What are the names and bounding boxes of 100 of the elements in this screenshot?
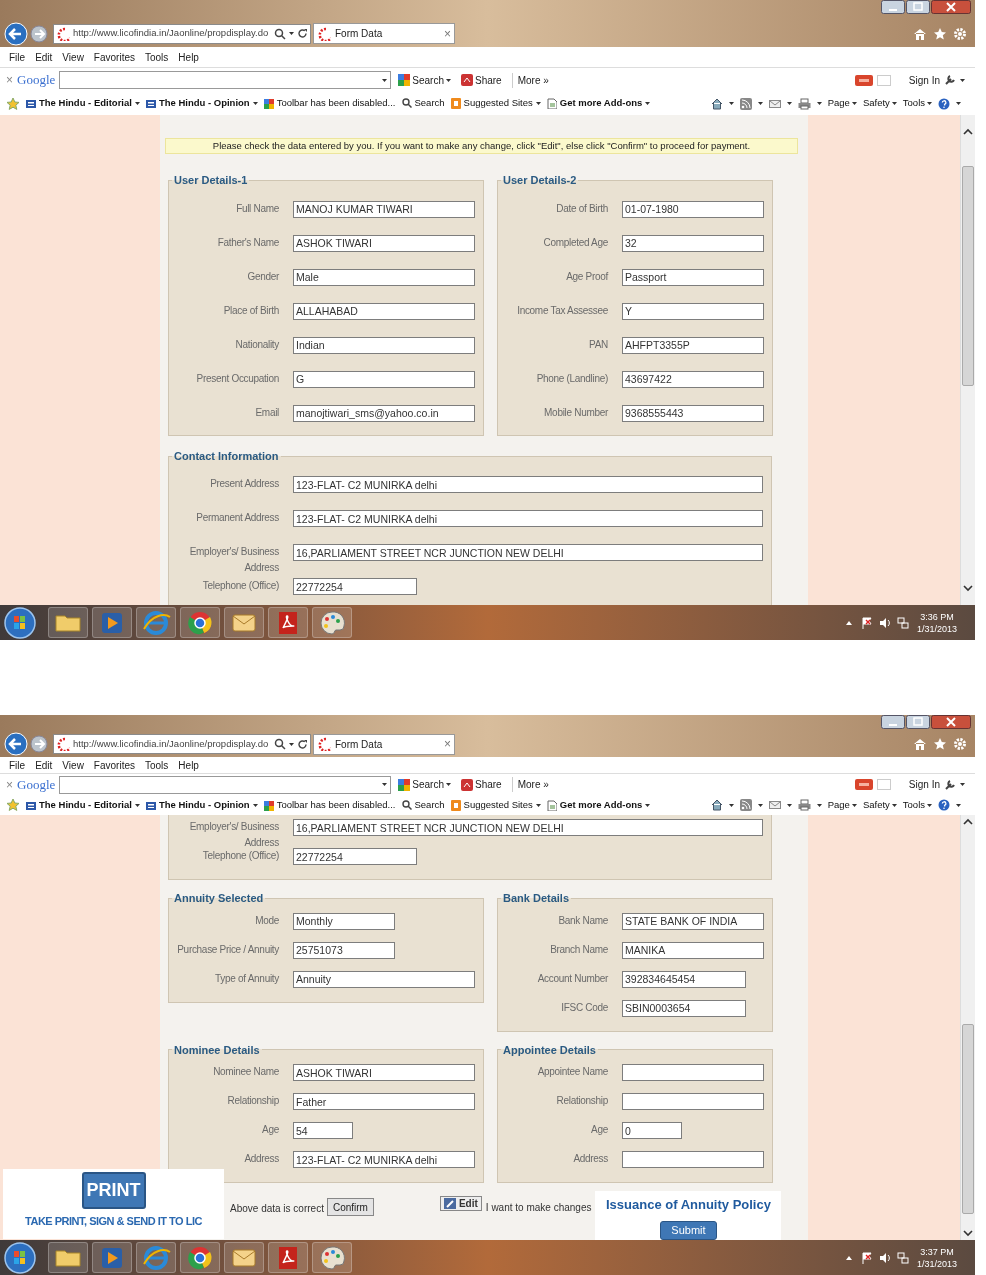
bookmark-link[interactable]: Get more Add-ons bbox=[546, 797, 651, 813]
refresh-icon[interactable] bbox=[297, 738, 308, 750]
caret-icon[interactable] bbox=[786, 802, 792, 808]
text-field[interactable]: 123-FLAT- C2 MUNIRKA delhi bbox=[293, 476, 763, 494]
menu-item[interactable]: View bbox=[57, 757, 89, 773]
close-toolbar-button[interactable]: × bbox=[6, 775, 13, 794]
caret-icon[interactable] bbox=[956, 802, 961, 808]
browser-tab[interactable]: Form Data × bbox=[313, 733, 455, 755]
sign-in-link[interactable]: Sign In bbox=[908, 777, 940, 792]
search-field[interactable] bbox=[59, 775, 392, 794]
clock-time[interactable]: 3:37 PM bbox=[920, 1245, 954, 1258]
menu-item[interactable]: Edit bbox=[30, 757, 58, 773]
home-icon[interactable] bbox=[710, 97, 723, 110]
start-icon[interactable] bbox=[4, 606, 36, 639]
text-field[interactable] bbox=[622, 1151, 764, 1168]
speaker-icon[interactable] bbox=[878, 1251, 891, 1264]
command-menu[interactable]: Tools bbox=[902, 96, 932, 111]
sign-in-link[interactable]: Sign In bbox=[908, 72, 940, 88]
bookmark-link[interactable]: Toolbar has been disabled... bbox=[263, 797, 396, 813]
text-field[interactable]: Monthly bbox=[293, 912, 395, 930]
menu-item[interactable]: Help bbox=[173, 757, 204, 773]
submit-button[interactable]: Submit bbox=[660, 1220, 717, 1240]
tab-close-button[interactable]: × bbox=[444, 27, 451, 40]
bookmark-link[interactable]: Get more Add-ons bbox=[546, 96, 651, 111]
start-icon[interactable] bbox=[4, 1241, 36, 1274]
bookmark-link[interactable]: The Hindu - Opinion bbox=[145, 797, 258, 813]
menu-item[interactable]: Favorites bbox=[88, 757, 140, 773]
text-field[interactable]: 54 bbox=[293, 1122, 353, 1139]
search-button[interactable]: Search bbox=[398, 72, 451, 88]
share-button[interactable]: Share bbox=[461, 777, 502, 792]
text-field[interactable]: MANOJ KUMAR TIWARI bbox=[293, 200, 475, 218]
bookmark-link[interactable]: Search bbox=[401, 96, 445, 111]
menu-item[interactable]: Tools bbox=[140, 49, 174, 65]
menu-item[interactable]: Favorites bbox=[88, 49, 140, 65]
taskbar-button[interactable] bbox=[224, 1242, 264, 1273]
print-button[interactable]: PRINT bbox=[81, 1172, 146, 1209]
home-icon[interactable] bbox=[913, 26, 927, 41]
taskbar-button[interactable] bbox=[180, 607, 220, 638]
back-icon[interactable] bbox=[4, 732, 28, 756]
browser-tab[interactable]: Form Data × bbox=[313, 23, 455, 44]
taskbar-button[interactable] bbox=[136, 607, 176, 638]
text-field[interactable]: manojtiwari_sms@yahoo.co.in bbox=[293, 404, 475, 422]
caret-icon[interactable] bbox=[289, 741, 294, 747]
taskbar-button[interactable] bbox=[48, 607, 88, 638]
text-field[interactable]: STATE BANK OF INDIA bbox=[622, 912, 764, 930]
text-field[interactable]: ASHOK TIWARI bbox=[293, 1064, 475, 1081]
close-toolbar-button[interactable]: × bbox=[6, 71, 13, 89]
feed-icon[interactable] bbox=[739, 799, 752, 811]
menu-item[interactable]: Tools bbox=[140, 757, 174, 773]
menu-item[interactable]: Edit bbox=[30, 49, 58, 65]
flag-icon[interactable] bbox=[860, 616, 873, 629]
text-field[interactable] bbox=[622, 1064, 764, 1081]
search-field[interactable] bbox=[59, 71, 392, 89]
back-icon[interactable] bbox=[4, 21, 28, 46]
home-icon[interactable] bbox=[710, 799, 723, 811]
taskbar-button[interactable] bbox=[92, 1242, 132, 1273]
confirm-button[interactable]: Confirm bbox=[326, 1198, 374, 1216]
taskbar-button[interactable] bbox=[268, 1242, 308, 1273]
edit-button[interactable]: Edit bbox=[439, 1196, 482, 1211]
settings-icon[interactable] bbox=[953, 26, 967, 41]
caret-icon[interactable] bbox=[816, 101, 822, 106]
wrench-icon[interactable] bbox=[944, 778, 956, 791]
more-link[interactable]: More » bbox=[511, 777, 549, 792]
text-field[interactable]: Father bbox=[293, 1093, 475, 1110]
caret-icon[interactable] bbox=[757, 101, 763, 106]
print-icon[interactable] bbox=[797, 799, 811, 811]
text-field[interactable]: G bbox=[293, 370, 475, 388]
network-icon[interactable] bbox=[896, 616, 909, 629]
speaker-icon[interactable] bbox=[878, 616, 891, 629]
command-menu[interactable]: Safety bbox=[862, 96, 897, 111]
command-menu[interactable]: Page bbox=[827, 797, 857, 813]
address-bar[interactable]: http://www.licofindia.in/Jaonline/propdisplay.do bbox=[53, 734, 311, 754]
scroll-thumb[interactable] bbox=[962, 1024, 974, 1214]
caret-icon[interactable] bbox=[289, 31, 294, 36]
maximize-icon[interactable] bbox=[906, 715, 930, 729]
network-icon[interactable] bbox=[896, 1251, 909, 1264]
text-field[interactable]: 22772254 bbox=[293, 848, 417, 865]
favorites-star-icon[interactable] bbox=[6, 96, 20, 111]
caret-icon[interactable] bbox=[960, 782, 965, 787]
text-field[interactable]: Y bbox=[622, 302, 764, 320]
text-field[interactable]: 9368555443 bbox=[622, 404, 764, 422]
taskbar-button[interactable] bbox=[224, 607, 264, 638]
bookmark-link[interactable]: Toolbar has been disabled... bbox=[263, 96, 396, 111]
clock-date[interactable]: 1/31/2013 bbox=[916, 1257, 957, 1270]
text-field[interactable]: Annuity bbox=[293, 970, 475, 988]
star-icon[interactable] bbox=[933, 737, 947, 751]
minimize-icon[interactable] bbox=[881, 0, 905, 14]
text-field[interactable]: 22772254 bbox=[293, 578, 417, 596]
search-button[interactable]: Search bbox=[398, 777, 451, 792]
flag-icon[interactable] bbox=[860, 1251, 873, 1264]
text-field[interactable]: AHFPT3355P bbox=[622, 336, 764, 354]
maximize-icon[interactable] bbox=[906, 0, 930, 14]
text-field[interactable]: 0 bbox=[622, 1122, 682, 1139]
bookmark-link[interactable]: The Hindu - Editorial bbox=[26, 96, 140, 111]
forward-icon[interactable] bbox=[30, 735, 48, 753]
favorites-star-icon[interactable] bbox=[6, 798, 20, 812]
feed-icon[interactable] bbox=[739, 97, 752, 110]
text-field[interactable]: ASHOK TIWARI bbox=[293, 234, 475, 252]
caret-icon[interactable] bbox=[786, 101, 792, 106]
text-field[interactable]: Indian bbox=[293, 336, 475, 354]
